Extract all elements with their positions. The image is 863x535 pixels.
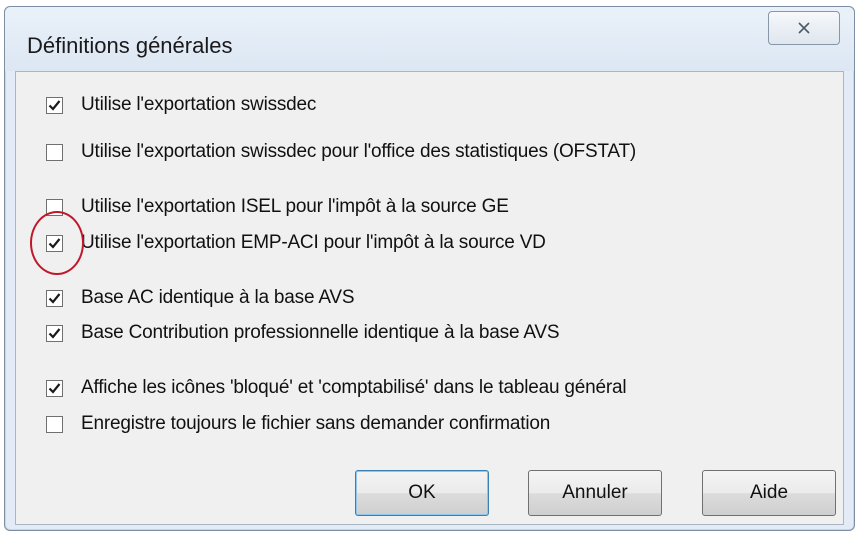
checkmark-icon [48,382,61,394]
option-show-icons[interactable]: Affiche les icônes 'bloqué' et 'comptabi… [46,375,627,401]
checkbox-swissdec-ofstat[interactable] [46,143,63,161]
checkmark-icon [48,99,61,111]
option-swissdec-ofstat[interactable]: Utilise l'exportation swissdec pour l'of… [46,139,636,165]
checkbox-save-without-confirm[interactable] [46,415,63,433]
dialog-body: Utilise l'exportation swissdec Utilise l… [15,71,844,525]
close-icon [798,22,810,34]
checkbox-isel-ge[interactable] [46,198,63,216]
option-base-contribution[interactable]: Base Contribution professionnelle identi… [46,320,560,346]
option-save-without-confirm[interactable]: Enregistre toujours le fichier sans dema… [46,411,550,437]
option-label: Utilise l'exportation swissdec [81,94,317,115]
checkbox-base-ac[interactable] [46,289,63,307]
option-label: Base Contribution professionnelle identi… [81,322,560,343]
checkbox-base-contribution[interactable] [46,324,63,342]
checkbox-swissdec[interactable] [46,96,63,114]
title-bar: Définitions générales [5,7,854,71]
option-label: Utilise l'exportation EMP-ACI pour l'imp… [81,232,546,253]
checkmark-icon [48,292,61,304]
option-label: Affiche les icônes 'bloqué' et 'comptabi… [81,377,627,398]
checkmark-icon [48,237,61,249]
help-button[interactable]: Aide [702,470,836,516]
ok-button[interactable]: OK [355,470,489,516]
dialog-window: Définitions générales Utilise l'exportat… [4,6,855,531]
option-swissdec[interactable]: Utilise l'exportation swissdec [46,92,316,118]
checkbox-emp-aci-vd[interactable] [46,234,63,252]
dialog-title: Définitions générales [27,33,233,58]
option-label: Base AC identique à la base AVS [81,287,355,308]
checkbox-show-icons[interactable] [46,379,63,397]
option-emp-aci-vd[interactable]: Utilise l'exportation EMP-ACI pour l'imp… [46,230,546,256]
option-label: Utilise l'exportation swissdec pour l'of… [81,141,637,162]
close-button[interactable] [768,11,840,45]
cancel-button[interactable]: Annuler [528,470,662,516]
checkmark-icon [48,327,61,339]
option-isel-ge[interactable]: Utilise l'exportation ISEL pour l'impôt … [46,194,509,220]
option-base-ac[interactable]: Base AC identique à la base AVS [46,285,355,311]
option-label: Utilise l'exportation ISEL pour l'impôt … [81,196,509,217]
option-label: Enregistre toujours le fichier sans dema… [81,413,551,434]
